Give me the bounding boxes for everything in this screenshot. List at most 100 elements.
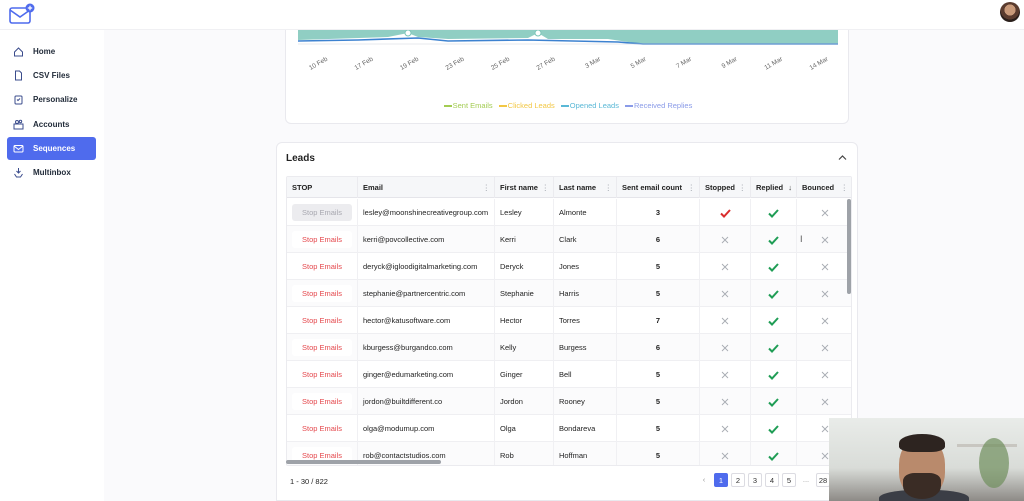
- table-row[interactable]: Stop Emails stephanie@partnercentric.com S…: [287, 280, 851, 307]
- sidebar-item-csv-files[interactable]: CSV Files: [7, 64, 96, 87]
- person-hair: [899, 434, 945, 452]
- cell-sent-count: 5: [617, 280, 700, 307]
- sidebar-item-label: Home: [33, 47, 56, 56]
- column-menu-icon[interactable]: ⋮: [841, 177, 849, 198]
- page-button[interactable]: 28: [816, 473, 830, 487]
- page-button[interactable]: 1: [714, 473, 728, 487]
- sidebar-item-accounts[interactable]: Accounts: [7, 113, 96, 136]
- x-icon: [821, 290, 828, 298]
- cell-bounced: [797, 388, 851, 415]
- stats-chart: 10 Feb 17 Feb 19 Feb 23 Feb 25 Feb 27 Feb 3 Ma…: [298, 30, 838, 72]
- check-icon: [768, 451, 779, 461]
- cell-replied: [751, 442, 797, 465]
- cell-first-name: Kerri: [495, 226, 554, 253]
- table-row[interactable]: Stop Emails deryck@igloodigitalmarketing.…: [287, 253, 851, 280]
- x-icon: [821, 398, 828, 406]
- cell-sent-count: 5: [617, 253, 700, 280]
- page-button[interactable]: 2: [731, 473, 745, 487]
- x-tick-label: 5 Mar: [630, 55, 649, 70]
- sidebar-item-home[interactable]: Home: [7, 40, 96, 63]
- cell-first-name: Kelly: [495, 334, 554, 361]
- header-col-last-name[interactable]: Last name ⋮: [554, 177, 617, 198]
- header-label: STOP: [292, 183, 313, 192]
- sidebar-item-sequences[interactable]: Sequences: [7, 136, 96, 160]
- sidebar-item-multinbox[interactable]: Multinbox: [7, 161, 96, 184]
- x-tick-label: 10 Feb: [308, 55, 329, 71]
- cell-replied: [751, 334, 797, 361]
- cell-email: kburgess@burgandco.com: [358, 334, 495, 361]
- cell-last-name: Rooney: [554, 388, 617, 415]
- stop-emails-button[interactable]: Stop Emails: [292, 420, 352, 437]
- x-tick-label: 11 Mar: [763, 55, 784, 71]
- cell-email: jordon@builtdifferent.co: [358, 388, 495, 415]
- cell-stopped: [700, 253, 751, 280]
- sort-desc-icon[interactable]: ↓: [788, 177, 792, 198]
- chart-legend: Sent Emails Clicked Leads Opened Leads Rece…: [286, 101, 850, 110]
- header-col-first-name[interactable]: First name ⋮: [495, 177, 554, 198]
- page-button[interactable]: 5: [782, 473, 796, 487]
- stop-emails-button[interactable]: Stop Emails: [292, 393, 352, 410]
- x-icon: [821, 425, 828, 433]
- cell-stopped: [700, 280, 751, 307]
- app-logo-icon[interactable]: [9, 3, 35, 25]
- stop-emails-button[interactable]: Stop Emails: [292, 258, 352, 275]
- cell-bounced: [797, 253, 851, 280]
- x-tick-label: 27 Feb: [535, 55, 556, 71]
- top-bar: [0, 0, 1024, 30]
- header-col-sent-count[interactable]: Sent email count ⋮: [617, 177, 700, 198]
- table-row[interactable]: Stop Emails kburgess@burgandco.com Kelly Bu…: [287, 334, 851, 361]
- header-col-bounced[interactable]: Bounced ⋮: [797, 177, 851, 198]
- table-row[interactable]: Stop Emails jordon@builtdifferent.co Jordo…: [287, 388, 851, 415]
- legend-item[interactable]: Opened Leads: [560, 101, 619, 110]
- legend-item[interactable]: Received Replies: [624, 101, 692, 110]
- stop-emails-button[interactable]: Stop Emails: [292, 312, 352, 329]
- column-menu-icon[interactable]: ⋮: [688, 177, 696, 198]
- header-col-replied[interactable]: Replied ↓: [751, 177, 797, 198]
- table-row[interactable]: Stop Emails hector@katusoftware.com Hector…: [287, 307, 851, 334]
- sidebar: Home CSV Files Personalize Accounts Sequence…: [0, 30, 104, 501]
- column-menu-icon[interactable]: ⋮: [483, 177, 491, 198]
- column-menu-icon[interactable]: ⋮: [542, 177, 550, 198]
- cell-email: ginger@edumarketing.com: [358, 361, 495, 388]
- table-header: STOP Email ⋮ First name ⋮ Last name ⋮ Sent emai…: [287, 177, 851, 198]
- header-label: Replied: [756, 183, 784, 192]
- header-col-email[interactable]: Email ⋮: [358, 177, 495, 198]
- legend-item[interactable]: Clicked Leads: [498, 101, 555, 110]
- cell-last-name: Harris: [554, 280, 617, 307]
- horizontal-scrollbar[interactable]: [286, 460, 441, 464]
- cell-replied: [751, 388, 797, 415]
- table-row[interactable]: Stop Emails lesley@moonshinecreativegroup…: [287, 199, 851, 226]
- table-row[interactable]: Stop Emails ginger@edumarketing.com Ginger…: [287, 361, 851, 388]
- chart-point: [534, 30, 542, 37]
- cell-stop: Stop Emails: [287, 226, 358, 253]
- cell-sent-count: 7: [617, 307, 700, 334]
- stop-emails-button[interactable]: Stop Emails: [292, 339, 352, 356]
- legend-item[interactable]: Sent Emails: [443, 101, 493, 110]
- header-col-stop[interactable]: STOP: [287, 177, 358, 198]
- legend-label: Clicked Leads: [507, 101, 555, 110]
- vertical-scrollbar[interactable]: [847, 199, 851, 294]
- x-icon: [721, 317, 729, 325]
- x-tick-label: 14 Mar: [808, 55, 830, 72]
- prev-page-icon[interactable]: ‹: [697, 473, 711, 487]
- stop-emails-button[interactable]: Stop Emails: [292, 204, 352, 221]
- column-menu-icon[interactable]: ⋮: [605, 177, 613, 198]
- stop-emails-button[interactable]: Stop Emails: [292, 366, 352, 383]
- column-menu-icon[interactable]: ⋮: [739, 177, 747, 198]
- pagination: ‹ 1 2 3 4 5... 28: [697, 472, 833, 488]
- page-button[interactable]: 4: [765, 473, 779, 487]
- page-button[interactable]: 3: [748, 473, 762, 487]
- table-row[interactable]: Stop Emails kerri@povcollective.com Kerri C…: [287, 226, 851, 253]
- cell-stopped: [700, 442, 751, 465]
- x-tick-label: 19 Feb: [399, 55, 420, 71]
- chevron-up-icon[interactable]: [838, 154, 847, 161]
- header-label: Bounced: [802, 183, 835, 192]
- sidebar-item-personalize[interactable]: Personalize: [7, 88, 96, 111]
- stop-emails-button[interactable]: Stop Emails: [292, 231, 352, 248]
- table-row[interactable]: Stop Emails olga@modumup.com Olga Bondareva…: [287, 415, 851, 442]
- user-avatar[interactable]: [1000, 2, 1020, 22]
- pagination-range: 1 - 30 / 822: [290, 477, 328, 486]
- cell-stop: Stop Emails: [287, 307, 358, 334]
- header-col-stopped[interactable]: Stopped ⋮: [700, 177, 751, 198]
- stop-emails-button[interactable]: Stop Emails: [292, 285, 352, 302]
